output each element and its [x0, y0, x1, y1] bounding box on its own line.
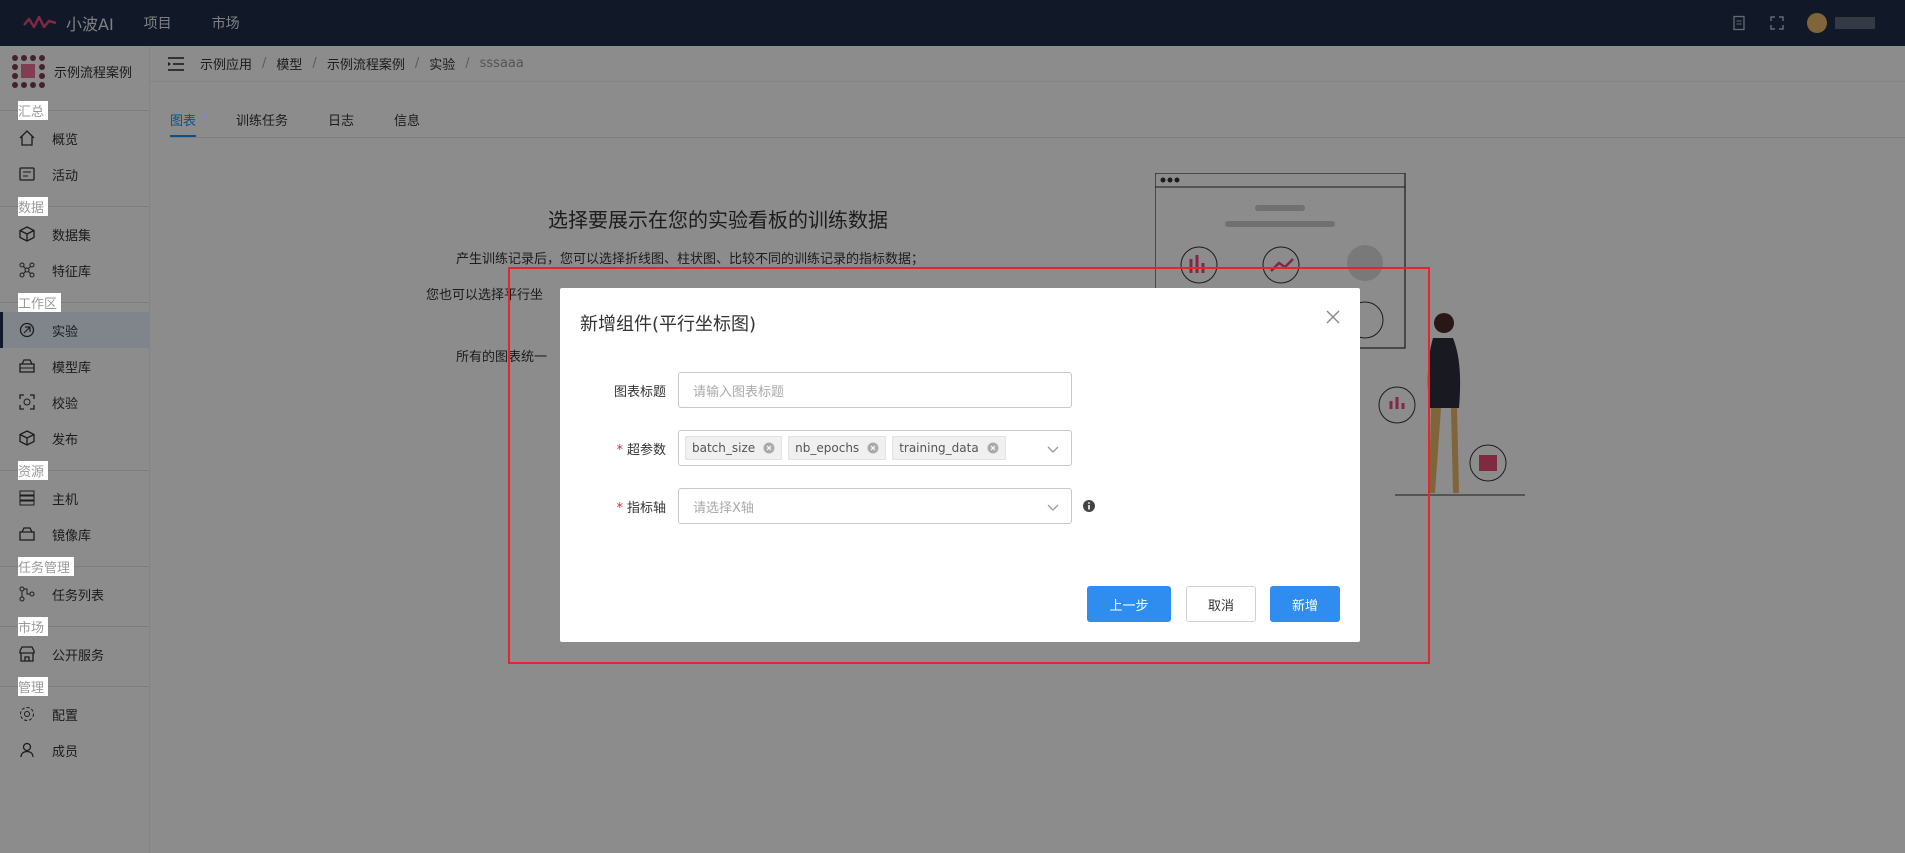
highlight-annotation-box — [508, 267, 1430, 664]
